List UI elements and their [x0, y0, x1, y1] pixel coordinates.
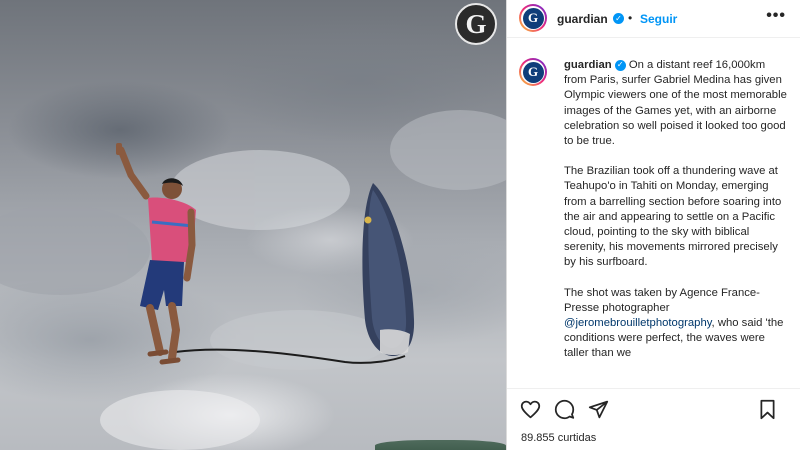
likes-count[interactable]: 89.855 curtidas [521, 432, 596, 444]
caption-text-1: On a distant reef 16,000km from Paris, s… [564, 59, 787, 148]
heart-icon[interactable] [520, 399, 541, 425]
caption-text-3-start: The shot was taken by Agence France-Pres… [564, 286, 760, 314]
post-photo[interactable]: G [0, 0, 506, 450]
reef-strip [375, 440, 506, 450]
guardian-logo-letter: G [465, 8, 487, 39]
post-header: G guardian ✓ • Seguir ••• [507, 0, 800, 38]
post-actions-bar: 89.855 curtidas [507, 388, 800, 450]
caption-paragraph-2: The Brazilian took off a thundering wave… [564, 165, 782, 269]
follow-button[interactable]: Seguir [640, 12, 677, 26]
surfboard [362, 183, 415, 356]
guardian-logo-watermark: G [455, 3, 497, 45]
post-caption: guardian ✓ On a distant reef 16,000km fro… [564, 58, 789, 377]
photo-scene [0, 110, 506, 450]
bookmark-icon[interactable] [757, 399, 778, 425]
paper-plane-icon[interactable] [588, 399, 609, 425]
caption-author-avatar[interactable]: G [519, 58, 547, 86]
comment-icon[interactable] [554, 399, 575, 425]
caption-avatar-letter: G [522, 61, 544, 83]
more-options-icon[interactable]: ••• [766, 7, 786, 25]
caption-username[interactable]: guardian [564, 59, 612, 71]
caption-verified-badge-icon: ✓ [614, 59, 626, 71]
author-avatar[interactable]: G [519, 4, 547, 32]
caption-area[interactable]: G guardian ✓ On a distant reef 16,000km f… [507, 44, 800, 388]
post-side-panel: G guardian ✓ • Seguir ••• G guardian ✓ On… [506, 0, 800, 450]
verified-badge-icon: ✓ [613, 13, 624, 24]
caption-paragraph-3: The shot was taken by Agence France-Pres… [564, 286, 789, 362]
clouds [0, 110, 506, 450]
author-username[interactable]: guardian [557, 12, 608, 26]
caption-paragraph-1: guardian ✓ On a distant reef 16,000km fro… [564, 58, 789, 149]
avatar-letter: G [522, 7, 544, 29]
header-separator: • [628, 11, 633, 25]
photographer-mention-link[interactable]: @jeromebrouilletphotography [564, 317, 712, 329]
